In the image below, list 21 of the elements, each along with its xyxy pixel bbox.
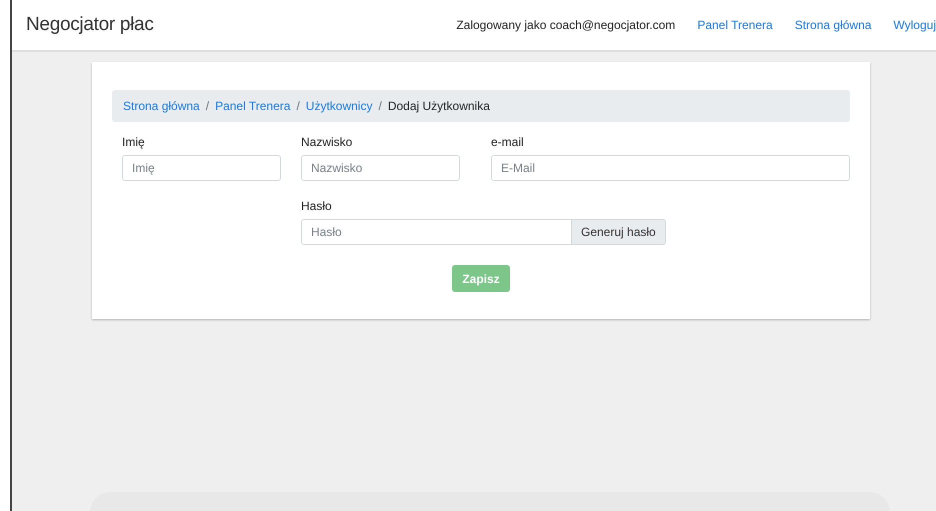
breadcrumb-link[interactable]: Panel Trenera — [215, 99, 290, 113]
field-label: Imię — [122, 135, 146, 149]
breadcrumb-separator: / — [295, 99, 301, 113]
text-field[interactable]: Nazwisko — [301, 155, 460, 181]
breadcrumb-separator: / — [204, 99, 210, 113]
brand-title: Negocjator płac — [26, 14, 154, 36]
breadcrumb-separator: / — [377, 99, 383, 113]
nav-link[interactable]: Wyloguj — [893, 18, 936, 32]
field-label: Hasło — [301, 199, 333, 213]
breadcrumb-current: Dodaj Użytkownika — [388, 99, 490, 113]
nav-link[interactable]: Panel Trenera — [697, 18, 773, 32]
generate-password-button[interactable]: Generuj hasło — [572, 219, 666, 245]
field-label: Nazwisko — [301, 135, 354, 149]
breadcrumb-link[interactable]: Strona główna — [123, 99, 200, 113]
text-field[interactable]: Imię — [122, 155, 281, 181]
nav-link[interactable]: Strona główna — [794, 18, 872, 32]
text-field[interactable]: E-Mail — [491, 155, 850, 181]
password-field[interactable]: Hasło — [301, 219, 572, 245]
field-label: e-mail — [491, 135, 525, 149]
logged-in-text: Zalogowany jako coach@negocjator.com — [456, 18, 676, 32]
breadcrumb-link[interactable]: Użytkownicy — [306, 99, 372, 113]
